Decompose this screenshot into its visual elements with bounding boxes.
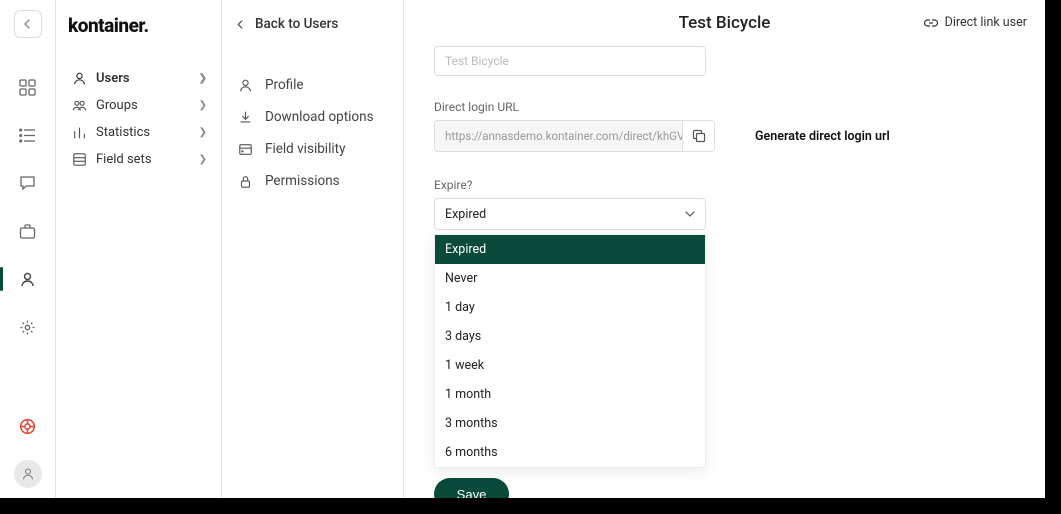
subnav: Back to Users Profile Download options F… xyxy=(221,0,404,498)
direct-login-url-input[interactable]: https://annasdemo.kontainer.com/direct/k… xyxy=(434,120,683,152)
collapse-button[interactable] xyxy=(14,10,42,38)
sidebar-item-groups[interactable]: Groups ❯ xyxy=(68,92,209,119)
dashboard-icon[interactable] xyxy=(12,71,44,103)
user-admin-icon[interactable] xyxy=(12,263,44,295)
chevron-right-icon: ❯ xyxy=(199,73,207,84)
subnav-item-permissions[interactable]: Permissions xyxy=(232,165,393,197)
expire-option[interactable]: 6 months xyxy=(435,438,705,467)
lock-icon xyxy=(238,174,253,189)
sidebar-item-label: Groups xyxy=(96,98,138,113)
logo: kontainer. xyxy=(68,14,209,37)
expire-option[interactable]: 1 week xyxy=(435,351,705,380)
url-label: Direct login URL xyxy=(434,100,1015,114)
direct-link-label: Direct link user xyxy=(945,15,1027,30)
subnav-label: Download options xyxy=(265,109,374,125)
profile-icon xyxy=(238,78,253,93)
subnav-item-visibility[interactable]: Field visibility xyxy=(232,133,393,165)
visibility-icon xyxy=(238,142,253,157)
expire-option[interactable]: 1 month xyxy=(435,380,705,409)
name-value: Test Bicycle xyxy=(445,54,509,68)
link-icon xyxy=(923,18,939,28)
sidebar: kontainer. Users ❯ Groups ❯ Statistics ❯… xyxy=(56,0,221,498)
subnav-item-download[interactable]: Download options xyxy=(232,101,393,133)
stats-icon xyxy=(72,125,87,140)
save-button[interactable]: Save xyxy=(434,478,509,498)
chevron-right-icon: ❯ xyxy=(199,154,207,165)
expire-option[interactable]: 3 months xyxy=(435,409,705,438)
sidebar-item-label: Users xyxy=(96,71,130,86)
chat-icon[interactable] xyxy=(12,167,44,199)
expire-select[interactable]: Expired xyxy=(434,198,706,230)
fieldsets-icon xyxy=(72,152,87,167)
direct-link-user[interactable]: Direct link user xyxy=(923,15,1027,30)
chevron-left-icon xyxy=(236,20,245,29)
sidebar-item-users[interactable]: Users ❯ xyxy=(68,65,209,92)
chevron-down-icon xyxy=(685,211,695,217)
shadow xyxy=(1045,0,1061,514)
page-title: Test Bicycle xyxy=(679,13,771,33)
back-to-users[interactable]: Back to Users xyxy=(222,0,403,49)
sidebar-item-statistics[interactable]: Statistics ❯ xyxy=(68,119,209,146)
main-panel: Test Bicycle Direct link user Test Bicyc… xyxy=(404,0,1045,498)
briefcase-icon[interactable] xyxy=(12,215,44,247)
sidebar-item-label: Statistics xyxy=(96,125,150,140)
name-input[interactable]: Test Bicycle xyxy=(434,46,706,76)
chevron-right-icon: ❯ xyxy=(199,100,207,111)
chevron-right-icon: ❯ xyxy=(199,127,207,138)
list-icon[interactable] xyxy=(12,119,44,151)
icon-rail xyxy=(0,0,56,498)
expire-value: Expired xyxy=(445,207,486,222)
help-icon[interactable] xyxy=(12,410,44,442)
copy-icon xyxy=(692,129,706,143)
expire-label: Expire? xyxy=(434,178,1015,192)
expire-option[interactable]: Never xyxy=(435,264,705,293)
subnav-label: Profile xyxy=(265,77,304,93)
subnav-label: Permissions xyxy=(265,173,340,189)
account-avatar[interactable] xyxy=(14,460,42,488)
settings-icon[interactable] xyxy=(12,311,44,343)
expire-dropdown: Expired Never 1 day 3 days 1 week 1 mont… xyxy=(434,234,706,468)
shadow xyxy=(0,498,1061,514)
sidebar-item-label: Field sets xyxy=(96,152,152,167)
sidebar-item-fieldsets[interactable]: Field sets ❯ xyxy=(68,146,209,173)
expire-option[interactable]: Expired xyxy=(435,235,705,264)
expire-option[interactable]: 1 day xyxy=(435,293,705,322)
subnav-item-profile[interactable]: Profile xyxy=(232,69,393,101)
back-label: Back to Users xyxy=(255,16,338,32)
copy-button[interactable] xyxy=(683,120,715,152)
user-icon xyxy=(72,71,87,86)
generate-url-link[interactable]: Generate direct login url xyxy=(755,129,890,144)
expire-option[interactable]: 3 days xyxy=(435,322,705,351)
groups-icon xyxy=(72,98,87,113)
download-icon xyxy=(238,110,253,125)
subnav-label: Field visibility xyxy=(265,141,345,157)
